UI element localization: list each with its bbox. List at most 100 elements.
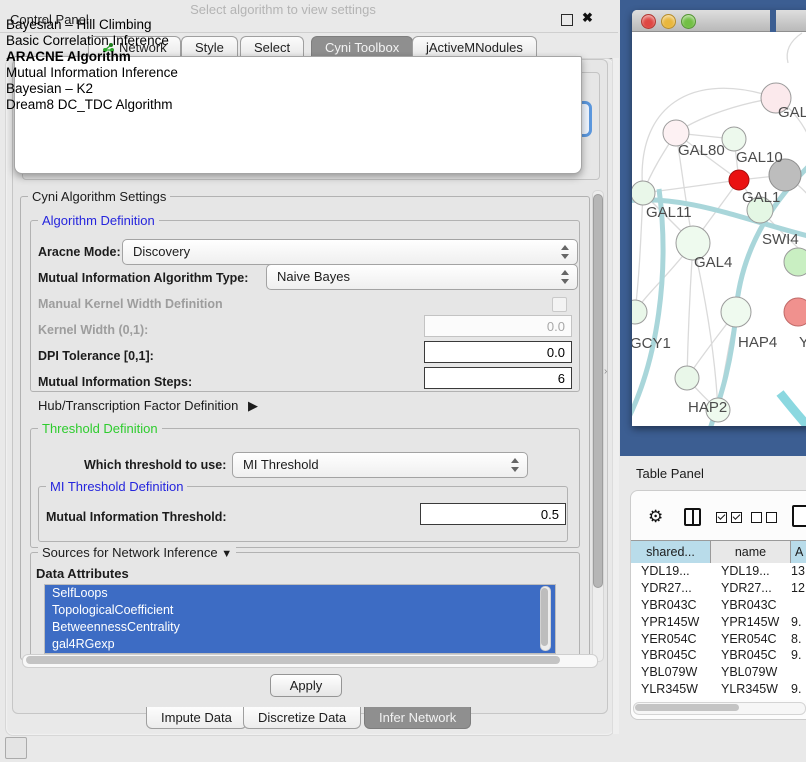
graph-edge[interactable] <box>787 33 802 63</box>
combo-spinner-icon <box>560 269 569 285</box>
table-row[interactable]: YBR043CYBR043C <box>631 597 806 614</box>
kernel-width-input[interactable] <box>424 315 572 337</box>
node-green-br[interactable] <box>784 248 806 276</box>
panel-gutter <box>612 58 619 734</box>
table-row[interactable]: YLR345WYLR345W9. <box>631 681 806 698</box>
graph-edge[interactable] <box>635 193 643 312</box>
dpi-tolerance-input[interactable] <box>424 341 572 363</box>
table-row[interactable]: YPR145WYPR145W9. <box>631 614 806 631</box>
close-icon[interactable]: ✖ <box>582 10 593 26</box>
algorithm-popup-item[interactable]: Bayesian – Hill Climbing <box>4 17 562 33</box>
node-label: GCY1 <box>632 335 671 352</box>
data-attributes-label: Data Attributes <box>36 566 129 581</box>
column-header-shared-name[interactable]: shared... <box>631 541 711 563</box>
node-label: GAL4 <box>694 254 732 271</box>
data-attributes-list: SelfLoopsTopologicalCoefficientBetweenne… <box>44 584 556 654</box>
node-label: GAL11 <box>646 204 692 221</box>
threshold-definition-title: Threshold Definition <box>38 421 162 436</box>
attribute-list-item[interactable]: SelfLoops <box>45 585 555 602</box>
dpi-tolerance-label: DPI Tolerance [0,1]: <box>38 349 154 363</box>
document-icon[interactable] <box>792 505 806 527</box>
panel-divider-grip[interactable]: › <box>604 366 607 377</box>
hub-definition-expander[interactable]: Hub/Transcription Factor Definition ▶ <box>38 398 258 414</box>
node-label: SWI4 <box>762 231 799 248</box>
columns-icon[interactable] <box>684 508 701 526</box>
table-hscrollbar-thumb[interactable] <box>635 704 739 711</box>
manual-kernel-width-checkbox[interactable] <box>552 297 567 312</box>
algorithm-definition-title: Algorithm Definition <box>38 213 159 228</box>
checked-checkbox-icon[interactable] <box>716 512 727 523</box>
table-row[interactable]: YBR045CYBR045C9. <box>631 647 806 664</box>
settings-hscrollbar-thumb[interactable] <box>26 656 560 664</box>
collapse-arrow-icon[interactable]: ▼ <box>221 548 232 560</box>
gear-icon[interactable]: ⚙ <box>648 508 663 525</box>
algorithm-popup-item[interactable]: Bayesian – K2 <box>4 81 562 97</box>
unchecked-checkbox-icon[interactable] <box>751 512 762 523</box>
algorithm-popup-item[interactable]: ARACNE Algorithm <box>4 49 562 65</box>
aracne-mode-value: Discovery <box>133 244 190 259</box>
tab-discretize-data[interactable]: Discretize Data <box>243 707 361 729</box>
table-panel-title: Table Panel <box>636 466 704 481</box>
graph-edge[interactable] <box>780 393 806 426</box>
combo-spinner-icon <box>510 457 519 473</box>
tab-impute-data[interactable]: Impute Data <box>146 707 247 729</box>
mi-algorithm-type-select[interactable]: Naive Bayes <box>266 264 578 290</box>
algorithm-popup-item[interactable]: Basic Correlation Inference <box>4 33 562 49</box>
tab-infer-network[interactable]: Infer Network <box>364 707 471 729</box>
network-graph[interactable]: GALGAL80GAL10GAL1GAL11SWI4GAL4GCY1HAP4YH… <box>632 31 806 426</box>
collapsed-panel-button[interactable] <box>5 737 27 759</box>
mi-threshold-label: Mutual Information Threshold: <box>46 510 227 524</box>
node-label: HAP4 <box>738 334 777 351</box>
node-salmon-node[interactable] <box>784 298 806 326</box>
mi-threshold-definition-title: MI Threshold Definition <box>46 479 187 494</box>
mi-threshold-input[interactable] <box>420 503 566 525</box>
settings-vscrollbar-thumb[interactable] <box>593 194 603 588</box>
checked-checkbox-icon[interactable] <box>731 512 742 523</box>
node-HAP4[interactable] <box>721 297 751 327</box>
mi-steps-label: Mutual Information Steps: <box>38 375 192 389</box>
apply-button[interactable]: Apply <box>270 674 342 697</box>
table-row[interactable]: YBL079WYBL079W <box>631 664 806 681</box>
which-threshold-select[interactable]: MI Threshold <box>232 452 528 478</box>
attribute-list-item[interactable]: gal4RGexp <box>45 636 555 653</box>
expander-arrow-icon[interactable]: ▶ <box>248 398 258 413</box>
aracne-mode-select[interactable]: Discovery <box>122 239 578 265</box>
node-label: HAP2 <box>688 399 727 416</box>
graph-edge[interactable] <box>676 98 776 133</box>
graph-edge[interactable] <box>687 243 693 378</box>
algorithm-popup-list: Bayesian – Hill ClimbingBasic Correlatio… <box>4 17 562 113</box>
window-edge-notch <box>770 10 776 32</box>
node-GAL1-red[interactable] <box>729 170 749 190</box>
algorithm-popup-item[interactable]: Mutual Information Inference <box>4 65 562 81</box>
attribute-list-item[interactable]: TopologicalCoefficient <box>45 602 555 619</box>
column-header-name[interactable]: name <box>711 541 791 563</box>
node-GAL11[interactable] <box>632 181 655 205</box>
table-row[interactable]: YDR27...YDR27...12 <box>631 580 806 597</box>
attributes-scrollbar-thumb[interactable] <box>541 588 548 646</box>
column-header-partial[interactable]: A <box>791 541 806 563</box>
aracne-mode-label: Aracne Mode: <box>38 245 121 259</box>
minimize-traffic-light[interactable] <box>661 14 676 29</box>
node-label: Y <box>799 334 806 351</box>
close-traffic-light[interactable] <box>641 14 656 29</box>
sources-title[interactable]: Sources for Network Inference ▼ <box>38 545 236 560</box>
mi-algorithm-type-label: Mutual Information Algorithm Type: <box>38 271 248 285</box>
unchecked-checkbox-icon[interactable] <box>766 512 777 523</box>
table-row[interactable]: YIL052CYIL052C9 <box>631 698 806 700</box>
network-view-window[interactable]: GALGAL80GAL10GAL1GAL11SWI4GAL4GCY1HAP4YH… <box>632 10 806 426</box>
table-row[interactable]: YDL19...YDL19...13 <box>631 563 806 580</box>
node-GCY1[interactable] <box>632 300 647 324</box>
hub-definition-label: Hub/Transcription Factor Definition <box>38 398 238 413</box>
attribute-list-item[interactable]: BetweennessCentrality <box>45 619 555 636</box>
network-window-titlebar[interactable] <box>632 10 806 32</box>
graph-edge[interactable] <box>642 88 776 193</box>
table-row[interactable]: YER054CYER054C8. <box>631 631 806 648</box>
node-GAL10[interactable] <box>722 127 746 151</box>
which-threshold-label: Which threshold to use: <box>84 458 226 472</box>
algorithm-popup-item[interactable]: Dream8 DC_TDC Algorithm <box>4 97 562 113</box>
mi-steps-input[interactable] <box>424 367 572 389</box>
node-HAP2[interactable] <box>675 366 699 390</box>
kernel-width-label: Kernel Width (0,1): <box>38 323 148 337</box>
mi-algorithm-type-value: Naive Bayes <box>277 269 350 284</box>
zoom-traffic-light[interactable] <box>681 14 696 29</box>
